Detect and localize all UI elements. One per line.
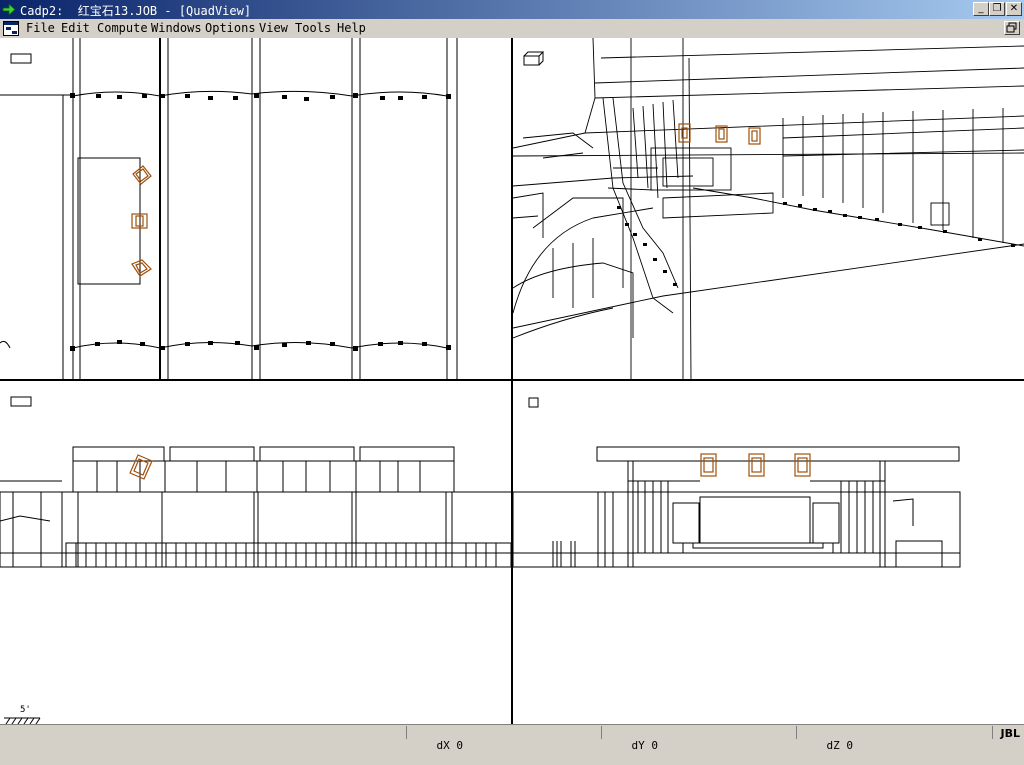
flat-rect-icon[interactable]: [10, 396, 32, 407]
speaker-icon[interactable]: [129, 454, 153, 480]
maximize-button[interactable]: ❐: [989, 2, 1005, 16]
speaker-icon[interactable]: [700, 453, 811, 477]
menu-file[interactable]: File: [26, 21, 55, 35]
menu-view[interactable]: View: [259, 21, 288, 35]
app-arrow-icon[interactable]: [2, 3, 16, 16]
minimize-button[interactable]: _: [973, 2, 989, 16]
speaker-icon[interactable]: [131, 165, 152, 277]
status-dx: dX 0: [406, 726, 600, 752]
front-wireframe: [0, 396, 511, 724]
brand-cell: JBL: [992, 726, 1024, 740]
menu-compute[interactable]: Compute: [97, 21, 148, 35]
document-icon[interactable]: [3, 21, 19, 36]
status-bar: dX 0 dY 0 dZ 0 JBL: [0, 724, 1024, 752]
menu-edit[interactable]: Edit: [61, 21, 90, 35]
menu-options[interactable]: Options: [205, 21, 256, 35]
dz-value: 0: [846, 739, 853, 752]
side-wireframe: [513, 397, 961, 568]
viewport-perspective-view[interactable]: [513, 38, 1024, 379]
window-title: Cadp2: 红宝石13.JOB - [QuadView]: [20, 4, 252, 18]
plan-wireframe: [0, 38, 458, 379]
menu-windows[interactable]: Windows: [151, 21, 202, 35]
scale-label: 5': [20, 705, 31, 715]
dy-value: 0: [651, 739, 658, 752]
mdi-restore-button[interactable]: [1004, 21, 1020, 35]
flat-rect-icon[interactable]: [10, 53, 32, 64]
status-dz: dZ 0: [796, 726, 990, 752]
close-button[interactable]: ✕: [1006, 2, 1022, 16]
brand-logo: JBL: [1000, 727, 1021, 740]
viewport-top-view[interactable]: [0, 38, 511, 379]
square-icon[interactable]: [528, 397, 539, 408]
perspective-markers: [617, 202, 1015, 286]
dx-label: dX: [436, 739, 450, 752]
box-3d-icon[interactable]: [523, 51, 545, 66]
menu-bar: File Edit Compute Windows Options View T…: [0, 19, 1024, 38]
title-bar: Cadp2: 红宝石13.JOB - [QuadView] _ ❐ ✕: [0, 0, 1024, 19]
dz-label: dZ: [826, 739, 840, 752]
menu-tools[interactable]: Tools: [295, 21, 331, 35]
viewport-front-view[interactable]: [0, 381, 511, 724]
viewport-side-view[interactable]: [513, 381, 1024, 724]
dx-value: 0: [456, 739, 463, 752]
status-dy: dY 0: [601, 726, 795, 752]
viewport-splitter-vertical[interactable]: [511, 38, 513, 724]
perspective-wireframe: [513, 38, 1024, 379]
dy-label: dY: [631, 739, 645, 752]
viewport-splitter-horizontal[interactable]: [0, 379, 1024, 381]
menu-help[interactable]: Help: [337, 21, 366, 35]
restore-icon: [1006, 22, 1017, 33]
